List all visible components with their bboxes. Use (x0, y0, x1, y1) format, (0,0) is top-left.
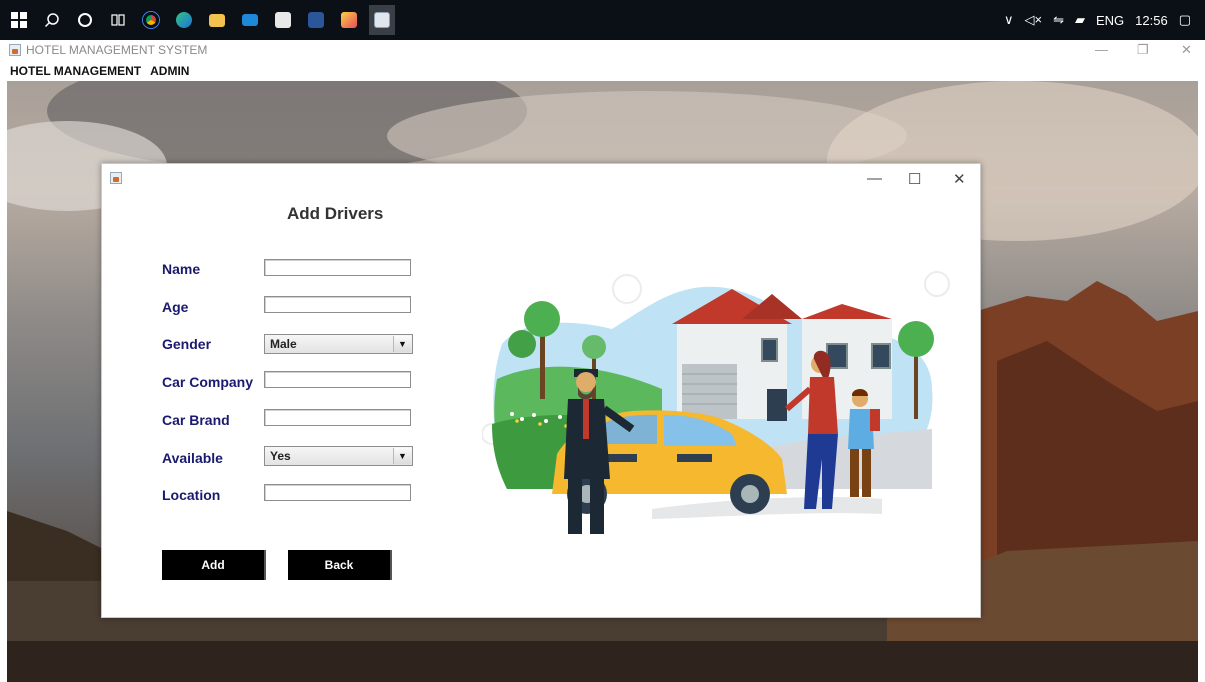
app-icon[interactable] (336, 7, 362, 33)
menubar: HOTEL MANAGEMENT ADMIN (0, 61, 1205, 81)
java-window-icon (110, 172, 122, 184)
edge-icon[interactable] (171, 7, 197, 33)
add-button[interactable]: Add (162, 550, 266, 580)
dialog-maximize-icon[interactable]: ☐ (908, 170, 921, 188)
app-titlebar: HOTEL MANAGEMENT SYSTEM — ❐ ✕ (0, 40, 1205, 61)
form-title: Add Drivers (287, 204, 384, 223)
add-drivers-dialog: — ☐ ✕ Add Drivers Name Age Gender Male ▼… (101, 163, 981, 618)
car-company-input[interactable] (264, 371, 411, 388)
battery-icon[interactable]: ▰ (1075, 12, 1085, 28)
mail-icon[interactable] (237, 7, 263, 33)
available-select-value: Yes (270, 449, 291, 463)
label-name: Name (162, 261, 201, 277)
driver-illustration (482, 271, 950, 534)
system-tray: ∨ ◁× ⇋ ▰ ENG 12:56 ▢ (1004, 0, 1191, 40)
taskbar: ∨ ◁× ⇋ ▰ ENG 12:56 ▢ (0, 0, 1205, 40)
volume-muted-icon[interactable]: ◁× (1024, 12, 1042, 28)
java-app-icon[interactable] (369, 5, 395, 35)
clock[interactable]: 12:56 (1135, 13, 1168, 28)
language-indicator[interactable]: ENG (1096, 13, 1124, 28)
dialog-minimize-icon[interactable]: — (867, 170, 882, 187)
network-icon[interactable]: ⇋ (1053, 12, 1064, 28)
label-age: Age (162, 299, 189, 315)
windows-start-icon[interactable] (6, 7, 32, 33)
label-location: Location (162, 487, 221, 503)
app-title: HOTEL MANAGEMENT SYSTEM (26, 43, 208, 57)
label-car-company: Car Company (162, 374, 254, 390)
chrome-icon[interactable] (138, 7, 164, 33)
label-gender: Gender (162, 336, 212, 352)
age-input[interactable] (264, 296, 411, 313)
label-available: Available (162, 450, 223, 466)
cortana-icon[interactable] (72, 7, 98, 33)
dropdown-arrow-icon[interactable]: ▼ (393, 448, 411, 464)
chevron-up-icon[interactable]: ∨ (1004, 12, 1014, 28)
store-icon[interactable] (270, 7, 296, 33)
close-icon[interactable]: ✕ (1181, 42, 1192, 58)
notification-icon[interactable]: ▢ (1179, 12, 1191, 28)
label-car-brand: Car Brand (162, 412, 230, 428)
word-icon[interactable] (303, 7, 329, 33)
minimize-icon[interactable]: — (1095, 42, 1108, 57)
available-select[interactable]: Yes ▼ (264, 446, 413, 466)
dropdown-arrow-icon[interactable]: ▼ (393, 336, 411, 352)
task-view-icon[interactable] (105, 7, 131, 33)
dialog-close-icon[interactable]: ✕ (953, 170, 966, 188)
gender-select-value: Male (270, 337, 297, 351)
java-window-icon (9, 44, 21, 56)
name-input[interactable] (264, 259, 411, 276)
restore-icon[interactable]: ❐ (1137, 42, 1149, 58)
menu-admin[interactable]: ADMIN (150, 64, 189, 78)
search-icon[interactable] (39, 7, 65, 33)
menu-hotel-management[interactable]: HOTEL MANAGEMENT (10, 64, 141, 78)
file-explorer-icon[interactable] (204, 7, 230, 33)
taskbar-app-icons (6, 0, 395, 40)
gender-select[interactable]: Male ▼ (264, 334, 413, 354)
back-button[interactable]: Back (288, 550, 392, 580)
location-input[interactable] (264, 484, 411, 501)
car-brand-input[interactable] (264, 409, 411, 426)
